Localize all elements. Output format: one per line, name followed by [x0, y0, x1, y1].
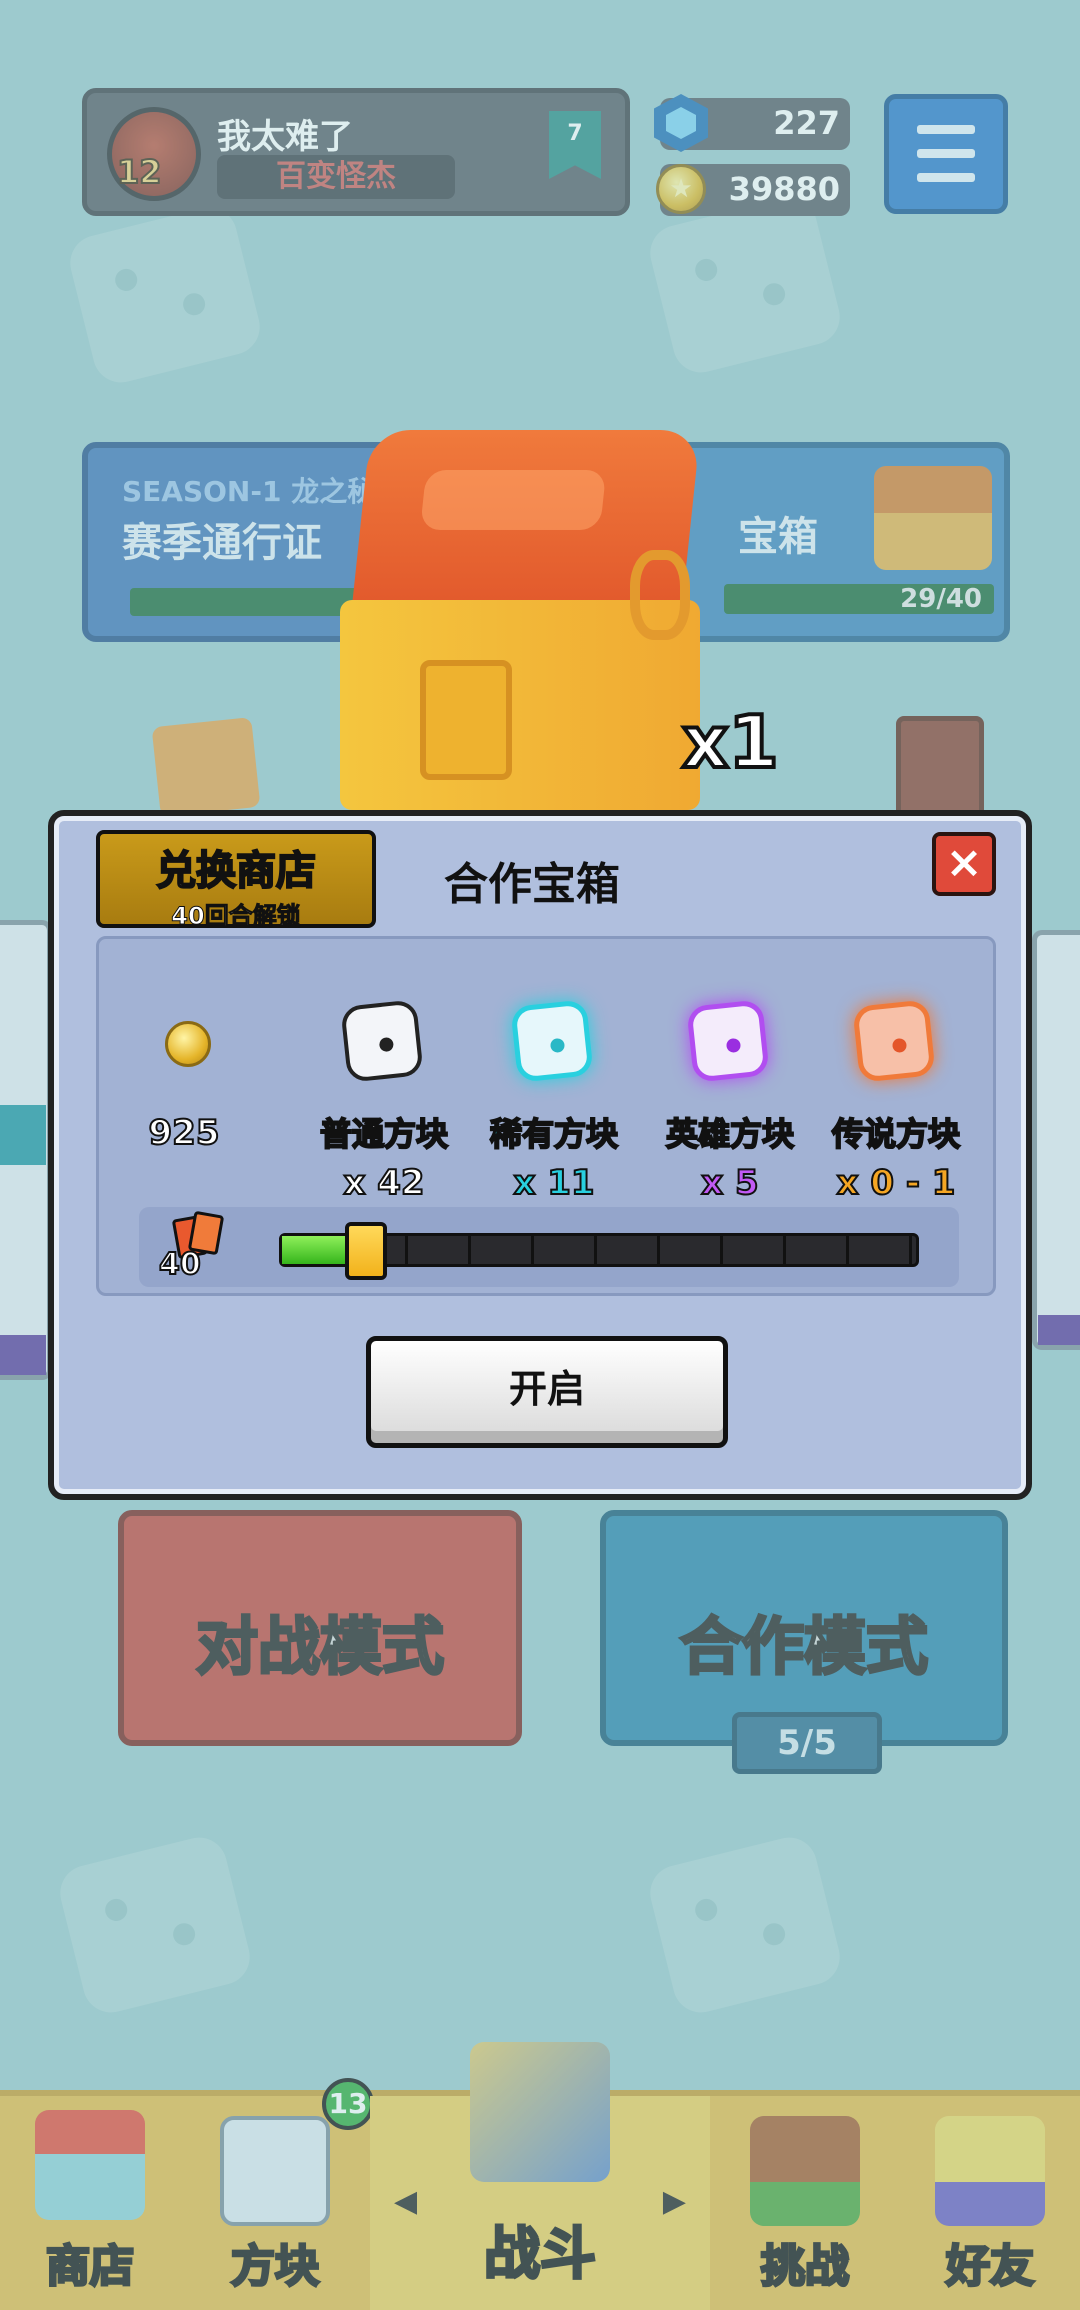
wave-count: 40 [158, 1246, 202, 1283]
reward-hero-qty: x 5 [700, 1162, 759, 1204]
reward-coins: 925 [99, 993, 269, 1154]
chest-dialog: 兑换商店 40回合解锁 合作宝箱 × 925 普通方块 x 42 稀有方块 x … [48, 810, 1032, 1500]
reward-normal-qty: x 42 [342, 1162, 425, 1204]
dialog-title: 合作宝箱 [444, 859, 620, 910]
close-button[interactable]: × [932, 832, 996, 896]
exchange-shop-badge[interactable]: 兑换商店 40回合解锁 [96, 830, 376, 931]
open-button[interactable]: 开启 [366, 1336, 728, 1448]
reward-rare-block: 稀有方块 x 11 [469, 993, 639, 1204]
reward-coins-qty: 925 [148, 1112, 221, 1154]
hero-dice-icon [686, 999, 770, 1083]
reward-normal-block: 普通方块 x 42 [299, 993, 469, 1204]
reward-legend-name: 传说方块 [831, 1114, 961, 1154]
wave-slider-fill [282, 1236, 345, 1264]
close-icon: × [945, 837, 983, 888]
reward-hero-name: 英雄方块 [665, 1114, 795, 1154]
reward-rare-qty: x 11 [512, 1162, 595, 1204]
wave-slider-handle[interactable] [345, 1222, 387, 1280]
reward-legend-qty: x 0 - 1 [836, 1162, 957, 1204]
coin-icon [165, 1021, 211, 1067]
normal-dice-icon [340, 999, 424, 1083]
reward-panel: 925 普通方块 x 42 稀有方块 x 11 英雄方块 x 5 传说方块 x … [96, 936, 996, 1296]
exchange-shop-unlock: 40回合解锁 [171, 902, 301, 931]
reward-hero-block: 英雄方块 x 5 [645, 993, 815, 1204]
reward-legend-block: 传说方块 x 0 - 1 [811, 993, 981, 1204]
reward-rare-name: 稀有方块 [489, 1114, 619, 1154]
rare-dice-icon [510, 999, 594, 1083]
reward-normal-name: 普通方块 [319, 1114, 449, 1154]
wave-slider-track[interactable] [279, 1222, 919, 1280]
exchange-shop-title: 兑换商店 [155, 847, 317, 895]
legend-dice-icon [852, 999, 936, 1083]
chest-quantity: x1 [680, 698, 781, 786]
wave-slider-panel: 40 [139, 1207, 959, 1287]
